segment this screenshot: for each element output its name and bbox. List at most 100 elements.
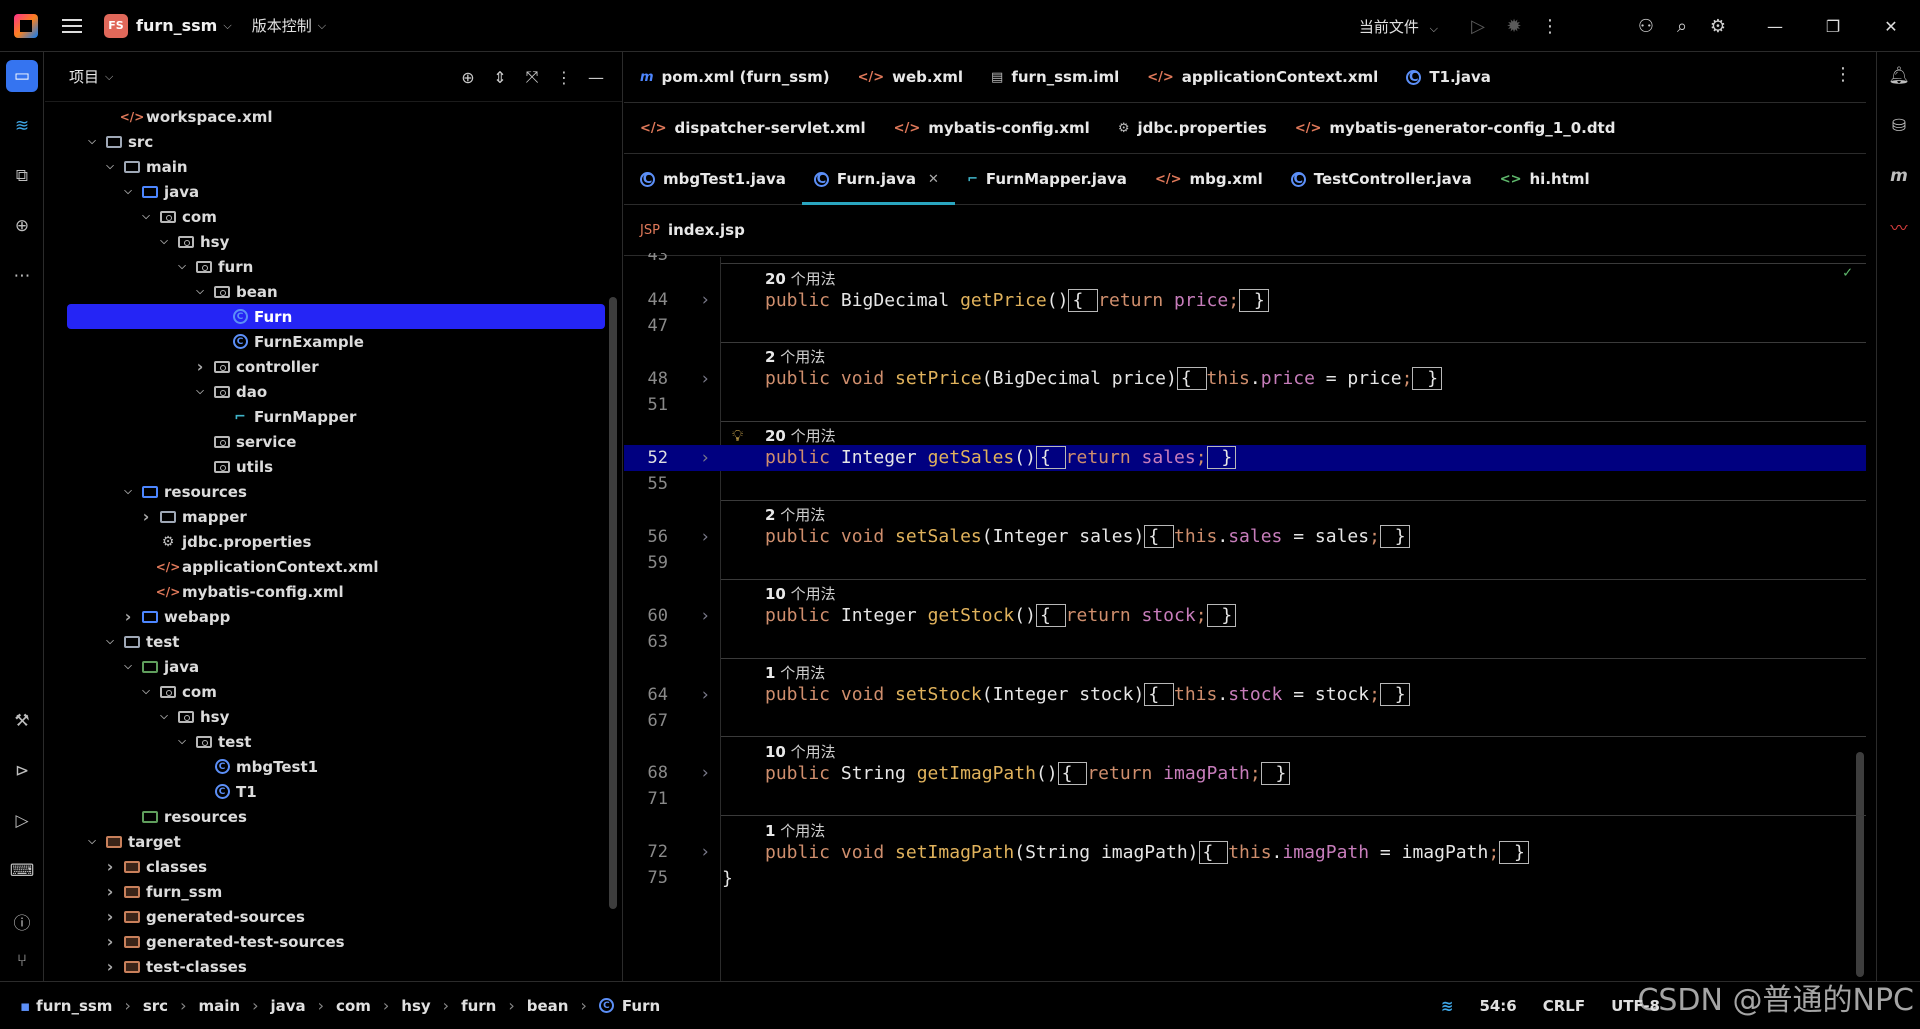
breadcrumb-item[interactable]: Furn (622, 997, 660, 1015)
tree-item[interactable]: resources (45, 804, 605, 829)
code-line[interactable]: 72 › public void setImagPath(String imagPa… (624, 839, 1866, 865)
chevron-down-icon[interactable]: ⌵ (121, 186, 135, 197)
chevron-right-icon[interactable]: › (103, 957, 117, 976)
usage-count[interactable]: 20 个用法 (765, 425, 836, 446)
more-tools-icon[interactable]: ⋯ (6, 260, 38, 292)
tree-item[interactable]: utils (45, 454, 605, 479)
tree-item[interactable]: › furn_ssm (45, 879, 605, 904)
more-tabs-icon[interactable]: ⋮ (1834, 64, 1852, 85)
editor-tab[interactable]: </> web.xml (858, 52, 977, 103)
usage-count[interactable]: 2 个用法 (765, 346, 825, 367)
run-config-selector[interactable]: 当前文件 ⌵ (1359, 16, 1438, 37)
fold-chevron-icon[interactable]: › (700, 842, 710, 862)
fold-chevron-icon[interactable]: › (700, 290, 710, 310)
project-panel-title[interactable]: 项目 (69, 66, 99, 87)
tree-item[interactable]: ⌐ FurnMapper (45, 404, 605, 429)
chevron-right-icon[interactable]: › (121, 607, 135, 626)
editor-tab[interactable]: m pom.xml (furn_ssm) (640, 52, 844, 103)
problems-tool-icon[interactable]: ⓘ (6, 905, 38, 937)
collapse-all-icon[interactable]: ⤧ (516, 61, 548, 93)
editor-tab[interactable]: CmbgTest1.java (640, 154, 800, 205)
editor-tab[interactable]: ▤ furn_ssm.iml (991, 52, 1133, 103)
tree-item[interactable]: service (45, 429, 605, 454)
tree-item[interactable]: ⌵ resources (45, 479, 605, 504)
settings-icon[interactable]: ⚙ (1700, 8, 1736, 44)
chevron-down-icon[interactable]: ⌵ (85, 836, 99, 847)
tree-item[interactable]: ⚙ jdbc.properties (45, 529, 605, 554)
chevron-down-icon[interactable]: ⌵ (139, 686, 153, 697)
editor-tab[interactable]: </> mybatis-generator-config_1_0.dtd (1295, 103, 1630, 154)
editor-tab[interactable]: C Furn.java ✕ (801, 154, 955, 205)
tree-item[interactable]: ⌵ bean (45, 279, 605, 304)
editor-tab[interactable]: JSP index.jsp (640, 205, 759, 256)
caret-position[interactable]: 54:6 (1479, 997, 1516, 1015)
tree-item[interactable]: ⌵ java (45, 654, 605, 679)
tree-item[interactable]: C T1 (45, 779, 605, 804)
tree-item[interactable]: ⌵ furn (45, 254, 605, 279)
fold-chevron-icon[interactable]: › (700, 763, 710, 783)
tree-item[interactable]: C Furn (67, 304, 605, 329)
editor-tab[interactable]: ⌐ FurnMapper.java (967, 154, 1141, 205)
editor-tab[interactable]: </> dispatcher-servlet.xml (640, 103, 880, 154)
tree-item[interactable]: C FurnExample (45, 329, 605, 354)
chevron-right-icon[interactable]: › (103, 907, 117, 926)
expand-all-icon[interactable]: ⇕ (484, 61, 516, 93)
tree-item[interactable]: ⌵ hsy (45, 229, 605, 254)
chevron-down-icon[interactable]: ⌵ (157, 711, 171, 722)
restore-button[interactable]: ❐ (1804, 0, 1862, 52)
tree-item[interactable]: ⌵ target (45, 829, 605, 854)
tree-item[interactable]: ⌵ test (45, 729, 605, 754)
usage-count[interactable]: 1 个用法 (765, 820, 825, 841)
web-tool-icon[interactable]: ⊕ (6, 210, 38, 242)
tree-item[interactable]: ⌵ hsy (45, 704, 605, 729)
chevron-down-icon[interactable]: ⌵ (121, 486, 135, 497)
locate-icon[interactable]: ⊕ (452, 61, 484, 93)
build-tool-icon[interactable]: ⚒ (6, 705, 38, 737)
run-icon[interactable]: ▷ (1460, 8, 1496, 44)
chevron-down-icon[interactable]: ⌵ (157, 236, 171, 247)
usage-count[interactable]: 1 个用法 (765, 662, 825, 683)
editor-tab[interactable]: </> mbg.xml (1155, 154, 1277, 205)
code-line[interactable]: 60 › public Integer getStock(){ return sto… (624, 603, 1866, 629)
project-badge[interactable]: FS (104, 13, 128, 38)
editor-tab[interactable]: <> hi.html (1500, 154, 1604, 205)
chevron-down-icon[interactable]: ⌵ (318, 19, 326, 33)
tree-item[interactable]: ⌵ src (45, 129, 605, 154)
editor-tab[interactable]: </> mybatis-config.xml (894, 103, 1104, 154)
code-line[interactable]: 48 › public void setPrice(BigDecimal price… (624, 366, 1866, 392)
lightbulb-icon[interactable]: 💡︎ (732, 426, 743, 446)
vcs-menu[interactable]: 版本控制 (252, 15, 312, 36)
chevron-right-icon[interactable]: › (103, 857, 117, 876)
chevron-down-icon[interactable]: ⌵ (193, 386, 207, 397)
breadcrumb-item[interactable]: com (336, 997, 371, 1015)
git-tool-icon[interactable]: ⑂ (6, 945, 38, 977)
database-icon[interactable]: ⛁ (1883, 110, 1915, 142)
chevron-down-icon[interactable]: ⌵ (175, 261, 189, 272)
more-actions-icon[interactable]: ⋮ (1532, 8, 1568, 44)
options-icon[interactable]: ⋮ (548, 61, 580, 93)
terminal-tool-icon[interactable]: ⌨ (6, 855, 38, 887)
chevron-down-icon[interactable]: ⌵ (103, 161, 117, 172)
ide-logo-icon[interactable] (14, 13, 38, 38)
chevron-down-icon[interactable]: ⌵ (175, 736, 189, 747)
project-tool-icon[interactable]: ▭ (6, 60, 38, 92)
close-tab-icon[interactable]: ✕ (928, 172, 939, 187)
tree-item[interactable]: ⌵ main (45, 154, 605, 179)
tree-item[interactable]: </> workspace.xml (45, 104, 605, 129)
fold-chevron-icon[interactable]: › (700, 527, 710, 547)
editor-tab[interactable]: ⚙ jdbc.properties (1118, 103, 1281, 154)
breadcrumb-item[interactable]: furn (461, 997, 496, 1015)
tree-item[interactable]: </> mybatis-config.xml (45, 579, 605, 604)
chevron-down-icon[interactable]: ⌵ (139, 211, 153, 222)
chevron-right-icon[interactable]: › (103, 882, 117, 901)
code-line[interactable]: 64 › public void setStock(Integer stock){ … (624, 682, 1866, 708)
main-menu-icon[interactable] (62, 18, 82, 33)
breadcrumb-item[interactable]: furn_ssm (36, 997, 112, 1015)
tree-item[interactable]: ⌵ java (45, 179, 605, 204)
breadcrumb-item[interactable]: src (143, 997, 168, 1015)
minimize-button[interactable]: — (1746, 0, 1804, 52)
project-name[interactable]: furn_ssm (136, 16, 217, 35)
editor-tab[interactable]: </> applicationContext.xml (1147, 52, 1392, 103)
tree-item[interactable]: › webapp (45, 604, 605, 629)
search-icon[interactable]: ⌕ (1664, 8, 1700, 44)
